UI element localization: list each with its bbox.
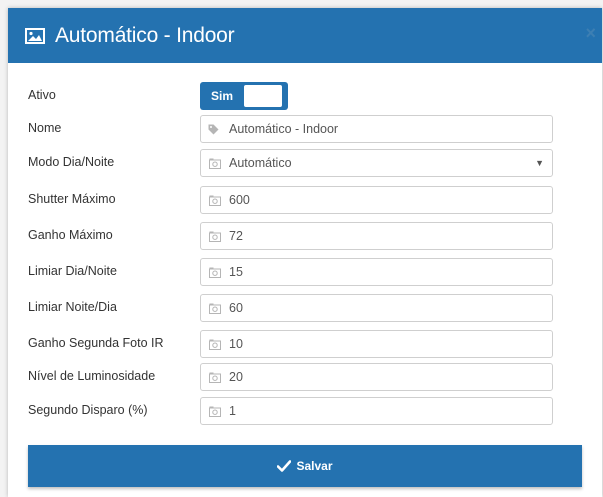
camera-icon bbox=[209, 267, 221, 278]
nome-value: Automático - Indoor bbox=[229, 122, 339, 136]
luminosidade-input[interactable]: 20 bbox=[200, 363, 553, 391]
row-luminosidade: Nível de Luminosidade 20 bbox=[8, 363, 602, 391]
save-button[interactable]: Salvar bbox=[28, 445, 582, 487]
row-limiar-nd: Limiar Noite/Dia 60 bbox=[8, 294, 602, 322]
camera-icon bbox=[209, 339, 221, 350]
image-icon bbox=[25, 27, 45, 44]
limiar-dn-input[interactable]: 15 bbox=[200, 258, 553, 286]
row-modo: Modo Dia/Noite Automático ▼ bbox=[8, 149, 602, 177]
modo-value: Automático bbox=[229, 156, 292, 170]
label-disparo: Segundo Disparo (%) bbox=[28, 403, 148, 417]
label-ativo: Ativo bbox=[28, 88, 56, 102]
label-modo: Modo Dia/Noite bbox=[28, 155, 115, 169]
disparo-input[interactable]: 1 bbox=[200, 397, 553, 425]
row-shutter: Shutter Máximo 600 bbox=[8, 186, 602, 214]
row-limiar-dn: Limiar Dia/Noite 15 bbox=[8, 258, 602, 286]
limiar-dn-value: 15 bbox=[229, 265, 243, 279]
camera-icon bbox=[209, 303, 221, 314]
row-ativo: Ativo Sim bbox=[8, 82, 602, 110]
camera-icon bbox=[209, 372, 221, 383]
label-limiar-nd: Limiar Noite/Dia bbox=[28, 300, 117, 314]
limiar-nd-value: 60 bbox=[229, 301, 243, 315]
toggle-label: Sim bbox=[211, 89, 234, 103]
label-nome: Nome bbox=[28, 121, 62, 135]
luminosidade-value: 20 bbox=[229, 370, 243, 384]
disparo-value: 1 bbox=[229, 404, 236, 418]
ganho-ir-input[interactable]: 10 bbox=[200, 330, 553, 358]
label-shutter: Shutter Máximo bbox=[28, 192, 116, 206]
row-disparo: Segundo Disparo (%) 1 bbox=[8, 397, 602, 425]
label-ganho-ir: Ganho Segunda Foto IR bbox=[28, 336, 164, 350]
label-limiar-dn: Limiar Dia/Noite bbox=[28, 264, 117, 278]
row-ganho-ir: Ganho Segunda Foto IR 10 bbox=[8, 330, 602, 358]
ganho-value: 72 bbox=[229, 229, 243, 243]
chevron-down-icon: ▼ bbox=[535, 158, 544, 168]
ativo-toggle[interactable]: Sim bbox=[200, 82, 288, 110]
label-luminosidade: Nível de Luminosidade bbox=[28, 369, 156, 383]
modo-select[interactable]: Automático ▼ bbox=[200, 149, 553, 177]
shutter-input[interactable]: 600 bbox=[200, 186, 553, 214]
tag-icon bbox=[208, 124, 219, 134]
label-ganho: Ganho Máximo bbox=[28, 228, 113, 242]
toggle-knob bbox=[244, 85, 282, 107]
camera-icon bbox=[209, 158, 221, 169]
row-nome: Nome Automático - Indoor bbox=[8, 115, 602, 143]
modal-title: Automático - Indoor bbox=[55, 23, 235, 47]
save-label: Salvar bbox=[296, 459, 333, 473]
modal-dialog: Automático - Indoor × Ativo Sim Nome Aut… bbox=[8, 8, 602, 497]
camera-icon bbox=[209, 406, 221, 417]
check-icon bbox=[277, 460, 292, 472]
row-ganho: Ganho Máximo 72 bbox=[8, 222, 602, 250]
close-button[interactable]: × bbox=[585, 24, 596, 42]
camera-icon bbox=[209, 195, 221, 206]
modal-header: Automático - Indoor × bbox=[8, 8, 602, 63]
ganho-ir-value: 10 bbox=[229, 337, 243, 351]
limiar-nd-input[interactable]: 60 bbox=[200, 294, 553, 322]
camera-icon bbox=[209, 231, 221, 242]
shutter-value: 600 bbox=[229, 193, 250, 207]
nome-input[interactable]: Automático - Indoor bbox=[200, 115, 553, 143]
ganho-input[interactable]: 72 bbox=[200, 222, 553, 250]
